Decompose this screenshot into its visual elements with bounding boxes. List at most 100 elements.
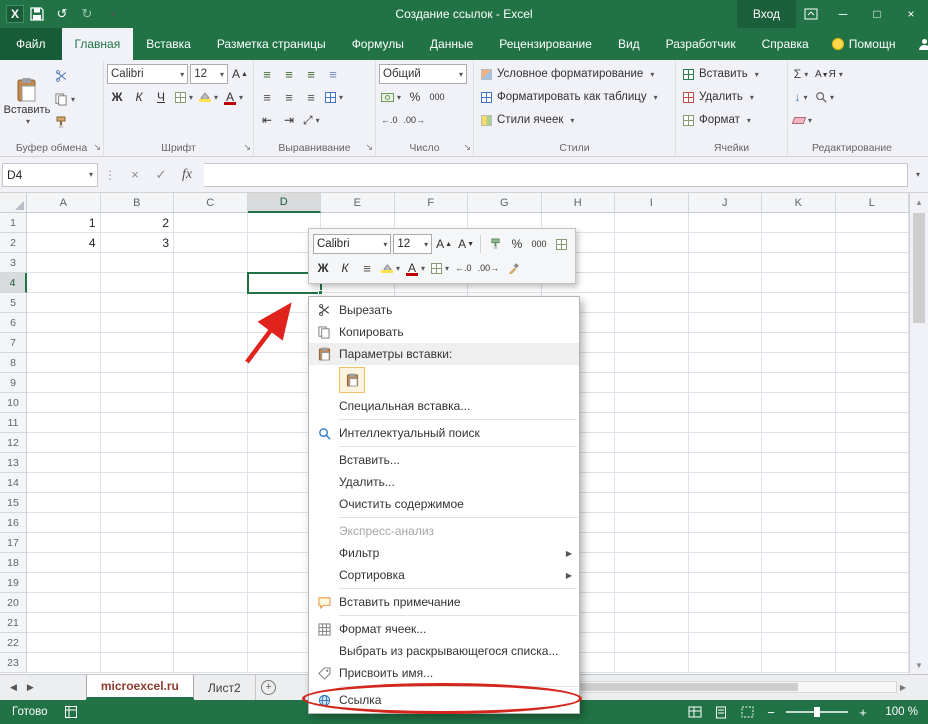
zoom-slider-thumb[interactable]	[814, 707, 820, 717]
context-menu-item-define-name[interactable]: Присвоить имя...	[309, 662, 579, 684]
cell-b1[interactable]: 2	[101, 213, 175, 233]
cell-l15[interactable]	[836, 493, 910, 513]
cell-k2[interactable]	[762, 233, 836, 253]
cell-c11[interactable]	[174, 413, 248, 433]
cell-j8[interactable]	[689, 353, 763, 373]
cell-b5[interactable]	[101, 293, 175, 313]
cell-k20[interactable]	[762, 593, 836, 613]
column-header-i[interactable]: I	[615, 193, 689, 213]
fill-handle[interactable]	[318, 290, 323, 295]
cell-l7[interactable]	[836, 333, 910, 353]
cell-k19[interactable]	[762, 573, 836, 593]
zoom-out-button[interactable]: −	[764, 705, 778, 720]
cell-a3[interactable]	[27, 253, 101, 273]
delete-cells-button[interactable]: Удалить▾	[679, 86, 784, 108]
cell-k8[interactable]	[762, 353, 836, 373]
cell-a21[interactable]	[27, 613, 101, 633]
cell-j14[interactable]	[689, 473, 763, 493]
name-box[interactable]: D4▾	[2, 163, 98, 187]
mini-font-color-button[interactable]: А▾	[404, 258, 427, 278]
vertical-scrollbar-thumb[interactable]	[913, 213, 925, 323]
cell-j11[interactable]	[689, 413, 763, 433]
cell-i7[interactable]	[615, 333, 689, 353]
cell-j7[interactable]	[689, 333, 763, 353]
cell-i15[interactable]	[615, 493, 689, 513]
context-menu-item-pick-from-list[interactable]: Выбрать из раскрывающегося списка...	[309, 640, 579, 662]
zoom-slider[interactable]	[786, 711, 848, 713]
context-menu-item-cut[interactable]: Вырезать	[309, 299, 579, 321]
undo-button[interactable]: ↺	[50, 3, 74, 25]
cell-b20[interactable]	[101, 593, 175, 613]
expand-formula-bar-button[interactable]: ▾	[908, 163, 926, 187]
column-header-d[interactable]: D	[248, 193, 322, 213]
column-header-l[interactable]: L	[836, 193, 910, 213]
cell-a18[interactable]	[27, 553, 101, 573]
tab-главная[interactable]: Главная	[62, 28, 134, 60]
cell-b14[interactable]	[101, 473, 175, 493]
cell-c17[interactable]	[174, 533, 248, 553]
alignment-dialog-launcher[interactable]: ↘	[365, 142, 373, 153]
cell-styles-button[interactable]: Стили ячеек▾	[477, 109, 672, 131]
cell-b15[interactable]	[101, 493, 175, 513]
context-menu-item-format-cells[interactable]: Формат ячеек...	[309, 618, 579, 640]
cell-k23[interactable]	[762, 653, 836, 673]
cell-c19[interactable]	[174, 573, 248, 593]
insert-function-button[interactable]: fx	[174, 163, 200, 187]
confirm-entry-button[interactable]: ✓	[148, 163, 174, 187]
cell-i19[interactable]	[615, 573, 689, 593]
font-size-combo[interactable]: 12▾	[190, 64, 228, 84]
cell-j17[interactable]	[689, 533, 763, 553]
cell-i14[interactable]	[615, 473, 689, 493]
cell-l16[interactable]	[836, 513, 910, 533]
cell-i4[interactable]	[615, 273, 689, 293]
column-header-k[interactable]: K	[762, 193, 836, 213]
tab-справка[interactable]: Справка	[749, 28, 822, 60]
tab-вставка[interactable]: Вставка	[133, 28, 204, 60]
cell-i11[interactable]	[615, 413, 689, 433]
mini-comma-button[interactable]: 000	[529, 234, 549, 254]
cell-i8[interactable]	[615, 353, 689, 373]
context-menu-item-copy[interactable]: Копировать	[309, 321, 579, 343]
sheet-tab-microexcel-ru[interactable]: microexcel.ru	[86, 675, 194, 700]
cell-l1[interactable]	[836, 213, 910, 233]
context-menu-item-quick-analysis[interactable]: Экспресс-анализ	[309, 520, 579, 542]
cell-k21[interactable]	[762, 613, 836, 633]
accounting-format-button[interactable]: ▾	[379, 87, 403, 107]
copy-button[interactable]: ▾	[53, 89, 77, 109]
cell-k6[interactable]	[762, 313, 836, 333]
cell-j22[interactable]	[689, 633, 763, 653]
context-menu-item-sort[interactable]: Сортировка▶	[309, 564, 579, 586]
row-header-5[interactable]: 5	[0, 293, 27, 313]
mini-format-painter-button[interactable]	[485, 234, 505, 254]
increase-decimal-button[interactable]: ←.0	[379, 110, 400, 130]
cell-l6[interactable]	[836, 313, 910, 333]
previous-sheet-button[interactable]: ◀	[10, 682, 17, 693]
cell-b23[interactable]	[101, 653, 175, 673]
sort-filter-button[interactable]: А▼Я▾	[813, 64, 845, 84]
cell-c9[interactable]	[174, 373, 248, 393]
row-header-9[interactable]: 9	[0, 373, 27, 393]
italic-button[interactable]: К	[129, 87, 149, 107]
cell-a7[interactable]	[27, 333, 101, 353]
cell-k7[interactable]	[762, 333, 836, 353]
context-menu-item-delete[interactable]: Удалить...	[309, 471, 579, 493]
cell-c23[interactable]	[174, 653, 248, 673]
borders-button[interactable]: ▾	[173, 87, 195, 107]
cut-button[interactable]	[53, 66, 77, 86]
cell-k16[interactable]	[762, 513, 836, 533]
context-menu-item-insert-comment[interactable]: Вставить примечание	[309, 591, 579, 613]
cell-j9[interactable]	[689, 373, 763, 393]
qat-customize-button[interactable]: ▾	[100, 3, 124, 25]
cell-j4[interactable]	[689, 273, 763, 293]
row-header-10[interactable]: 10	[0, 393, 27, 413]
cell-k13[interactable]	[762, 453, 836, 473]
cell-j13[interactable]	[689, 453, 763, 473]
cell-c7[interactable]	[174, 333, 248, 353]
cell-b6[interactable]	[101, 313, 175, 333]
mini-decrease-decimal-button[interactable]: .00→	[476, 258, 502, 278]
cell-k18[interactable]	[762, 553, 836, 573]
row-header-1[interactable]: 1	[0, 213, 27, 233]
cell-c21[interactable]	[174, 613, 248, 633]
clear-button[interactable]: ▾	[791, 110, 814, 130]
mini-table-button[interactable]	[551, 234, 571, 254]
